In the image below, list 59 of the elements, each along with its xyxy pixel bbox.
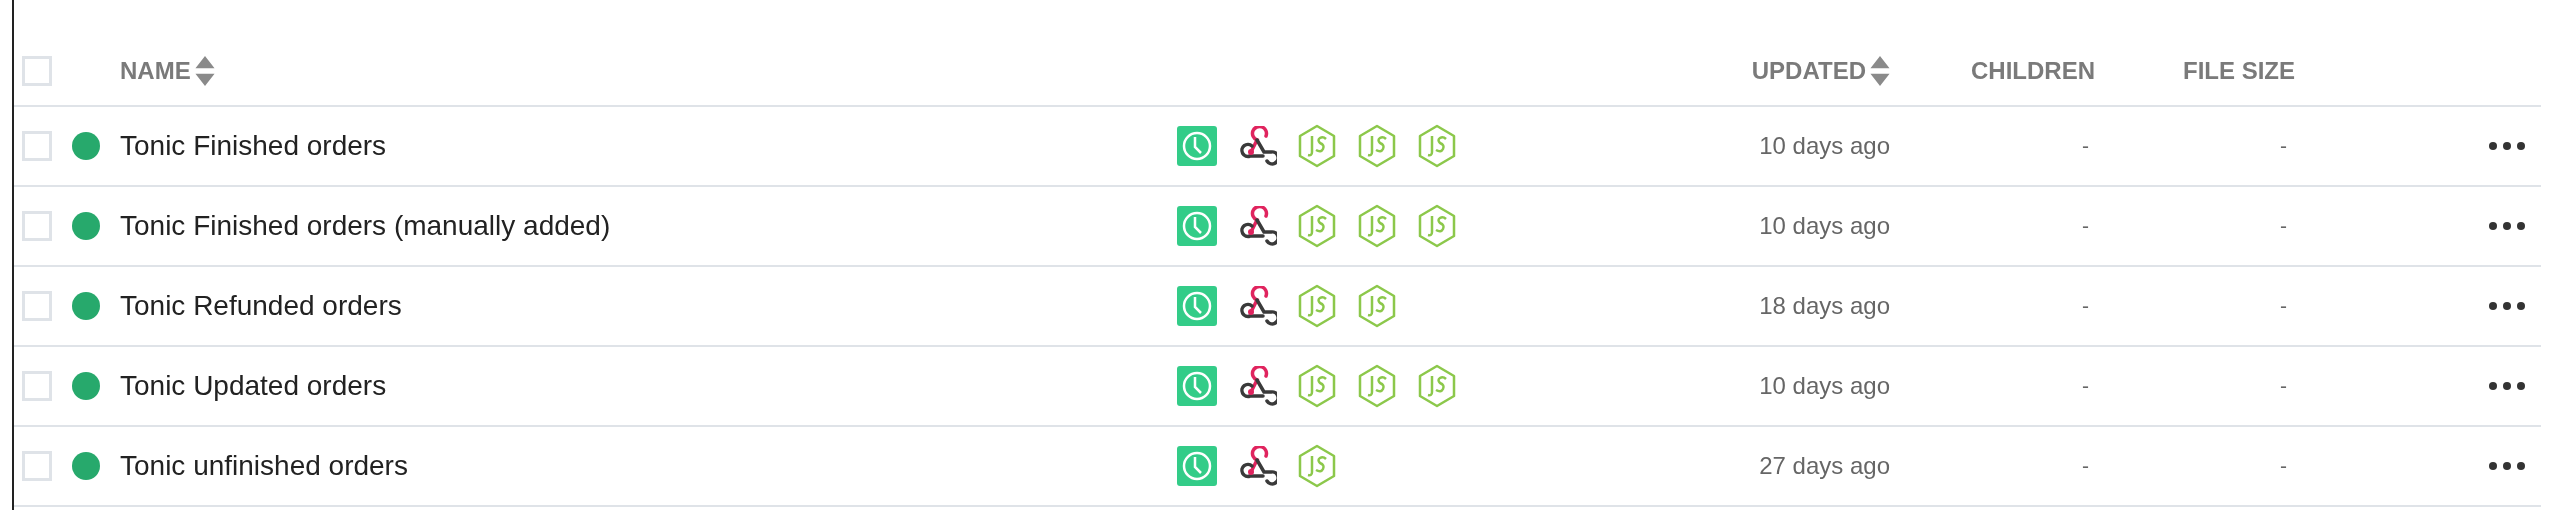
hexagon-icon [1297, 124, 1337, 168]
more-icon[interactable] [2489, 222, 2525, 230]
checkbox[interactable] [22, 291, 52, 321]
webhook-icon [1237, 286, 1277, 326]
file-size: - [2279, 373, 2288, 400]
webhook-icon [1237, 446, 1277, 486]
more-icon[interactable] [2489, 142, 2525, 150]
hexagon-icon [1297, 204, 1337, 248]
webhook-icon [1237, 126, 1277, 166]
webhook-icon [1237, 206, 1277, 246]
more-icon[interactable] [2489, 382, 2525, 390]
clock-icon [1177, 366, 1217, 406]
updated-time: 10 days ago [1758, 131, 1890, 161]
checkbox[interactable] [22, 211, 52, 241]
children-count: - [2081, 373, 2090, 400]
more-icon[interactable] [2489, 302, 2525, 310]
hexagon-icon [1357, 124, 1397, 168]
clock-icon [1177, 126, 1217, 166]
row-name[interactable]: Tonic Finished orders [110, 125, 1177, 167]
hexagon-icon [1357, 364, 1397, 408]
more-icon[interactable] [2489, 462, 2525, 470]
webhook-icon [1237, 366, 1277, 406]
clock-icon [1177, 206, 1217, 246]
updated-time: 18 days ago [1758, 291, 1890, 321]
clock-icon [1177, 286, 1217, 326]
children-count: - [2081, 293, 2090, 320]
checkbox[interactable] [22, 451, 52, 481]
sort-icon[interactable] [194, 56, 215, 86]
checkbox[interactable] [22, 371, 52, 401]
hexagon-icon [1297, 364, 1337, 408]
file-size: - [2279, 133, 2288, 160]
column-header[interactable]: NAME [120, 53, 191, 89]
updated-time: 10 days ago [1758, 211, 1890, 241]
row-name[interactable]: Tonic unfinished orders [110, 445, 1177, 487]
file-size: - [2279, 293, 2288, 320]
updated-time: 27 days ago [1758, 451, 1890, 481]
row-name[interactable]: Tonic Finished orders (manually added) [110, 205, 1177, 247]
children-count: - [2081, 133, 2090, 160]
hexagon-icon [1297, 444, 1337, 488]
hexagon-icon [1357, 204, 1397, 248]
file-size: - [2279, 453, 2288, 480]
row-name[interactable]: Tonic Refunded orders [110, 285, 1177, 327]
clock-icon [1177, 446, 1217, 486]
column-header: CHILDREN [1971, 56, 2095, 86]
column-header: FILE SIZE [2183, 56, 2295, 86]
hexagon-icon [1297, 284, 1337, 328]
updated-time: 10 days ago [1758, 371, 1890, 401]
hexagon-icon [1417, 364, 1457, 408]
row-name[interactable]: Tonic Updated orders [110, 365, 1177, 407]
column-header[interactable]: UPDATED [1751, 53, 1866, 89]
children-count: - [2081, 453, 2090, 480]
hexagon-icon [1417, 204, 1457, 248]
checkbox[interactable] [22, 56, 52, 86]
hexagon-icon [1417, 124, 1457, 168]
checkbox[interactable] [22, 131, 52, 161]
sort-icon[interactable] [1870, 56, 1890, 86]
file-size: - [2279, 213, 2288, 240]
children-count: - [2081, 213, 2090, 240]
hexagon-icon [1357, 284, 1397, 328]
